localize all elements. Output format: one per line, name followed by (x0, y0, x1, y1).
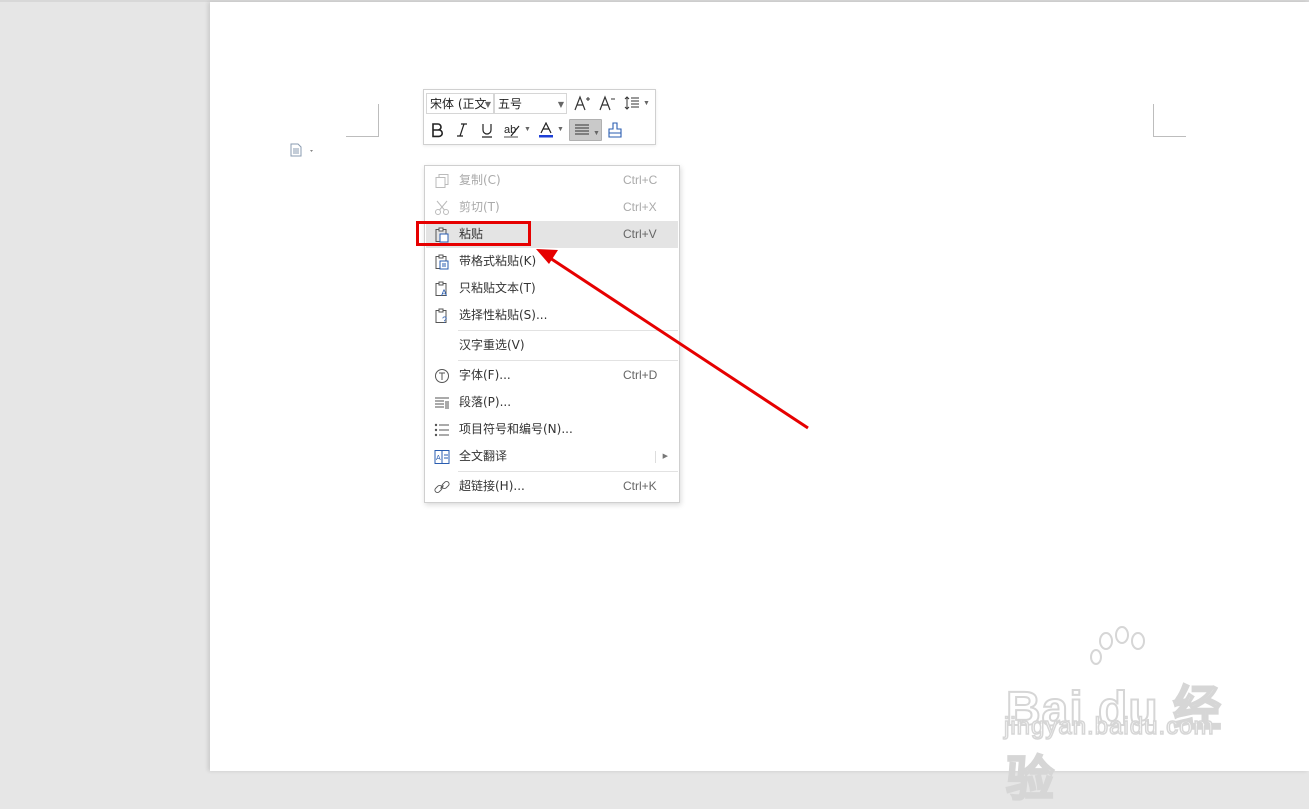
watermark-url: jingyan.baidu.com (1003, 712, 1215, 741)
baidu-jingyan-watermark: Bai du 经验 jingyan.baidu.com (1000, 625, 1250, 807)
